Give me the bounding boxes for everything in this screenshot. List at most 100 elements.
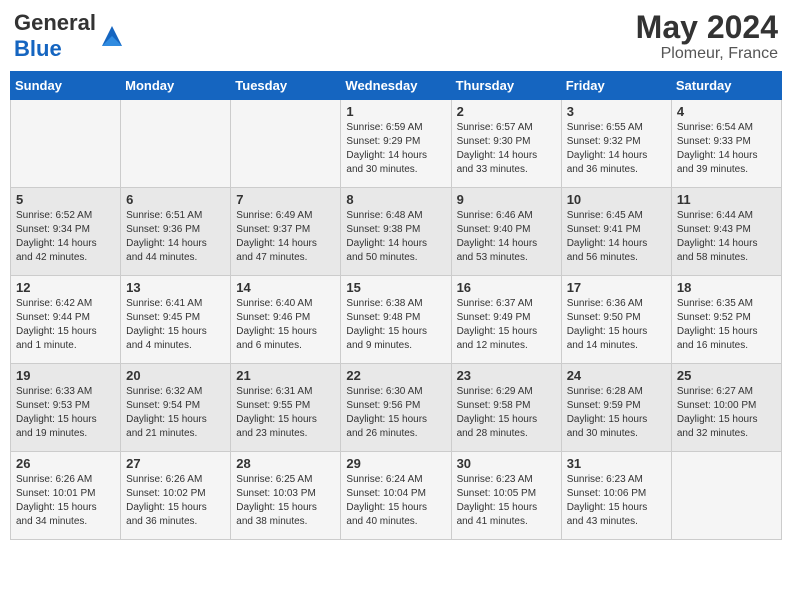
calendar-cell: 20 Sunrise: 6:32 AM Sunset: 9:54 PM Dayli… xyxy=(121,364,231,452)
day-number: 18 xyxy=(677,280,776,295)
day-info: Sunrise: 6:52 AM Sunset: 9:34 PM Dayligh… xyxy=(16,209,115,265)
calendar-cell: 11 Sunrise: 6:44 AM Sunset: 9:43 PM Dayli… xyxy=(671,188,781,276)
day-info: Sunrise: 6:51 AM Sunset: 9:36 PM Dayligh… xyxy=(126,209,225,265)
calendar-cell: 29 Sunrise: 6:24 AM Sunset: 10:04 PM Dayl… xyxy=(341,452,451,540)
day-number: 11 xyxy=(677,192,776,207)
calendar-cell: 5 Sunrise: 6:52 AM Sunset: 9:34 PM Daylig… xyxy=(11,188,121,276)
day-number: 6 xyxy=(126,192,225,207)
calendar-cell: 25 Sunrise: 6:27 AM Sunset: 10:00 PM Dayl… xyxy=(671,364,781,452)
day-info: Sunrise: 6:49 AM Sunset: 9:37 PM Dayligh… xyxy=(236,209,335,265)
day-number: 24 xyxy=(567,368,666,383)
calendar-table: SundayMondayTuesdayWednesdayThursdayFrid… xyxy=(10,71,782,540)
calendar-cell: 12 Sunrise: 6:42 AM Sunset: 9:44 PM Dayli… xyxy=(11,276,121,364)
calendar-cell: 21 Sunrise: 6:31 AM Sunset: 9:55 PM Dayli… xyxy=(231,364,341,452)
calendar-cell: 4 Sunrise: 6:54 AM Sunset: 9:33 PM Daylig… xyxy=(671,100,781,188)
title-block: May 2024 Plomeur, France xyxy=(636,10,778,63)
calendar-cell: 3 Sunrise: 6:55 AM Sunset: 9:32 PM Daylig… xyxy=(561,100,671,188)
day-info: Sunrise: 6:35 AM Sunset: 9:52 PM Dayligh… xyxy=(677,297,776,353)
day-number: 10 xyxy=(567,192,666,207)
calendar-cell: 17 Sunrise: 6:36 AM Sunset: 9:50 PM Dayli… xyxy=(561,276,671,364)
calendar-cell: 27Sunrise: 6:26 AM Sunset: 10:02 PM Dayl… xyxy=(121,452,231,540)
calendar-cell: 13 Sunrise: 6:41 AM Sunset: 9:45 PM Dayli… xyxy=(121,276,231,364)
calendar-cell: 2 Sunrise: 6:57 AM Sunset: 9:30 PM Daylig… xyxy=(451,100,561,188)
day-info: Sunrise: 6:59 AM Sunset: 9:29 PM Dayligh… xyxy=(346,121,445,177)
day-info: Sunrise: 6:27 AM Sunset: 10:00 PM Daylig… xyxy=(677,385,776,441)
day-info: Sunrise: 6:26 AM Sunset: 10:01 PM Daylig… xyxy=(16,473,115,529)
day-number: 15 xyxy=(346,280,445,295)
day-info: Sunrise: 6:31 AM Sunset: 9:55 PM Dayligh… xyxy=(236,385,335,441)
day-info: Sunrise: 6:24 AM Sunset: 10:04 PM Daylig… xyxy=(346,473,445,529)
calendar-cell xyxy=(11,100,121,188)
day-number: 25 xyxy=(677,368,776,383)
day-number: 17 xyxy=(567,280,666,295)
header-day-friday: Friday xyxy=(561,72,671,100)
calendar-cell: 18 Sunrise: 6:35 AM Sunset: 9:52 PM Dayli… xyxy=(671,276,781,364)
day-number: 23 xyxy=(457,368,556,383)
day-info: Sunrise: 6:46 AM Sunset: 9:40 PM Dayligh… xyxy=(457,209,556,265)
day-number: 28 xyxy=(236,456,335,471)
day-number: 29 xyxy=(346,456,445,471)
calendar-cell: 19Sunrise: 6:33 AM Sunset: 9:53 PM Dayli… xyxy=(11,364,121,452)
week-row-4: 19Sunrise: 6:33 AM Sunset: 9:53 PM Dayli… xyxy=(11,364,782,452)
calendar-cell: 7 Sunrise: 6:49 AM Sunset: 9:37 PM Daylig… xyxy=(231,188,341,276)
day-info: Sunrise: 6:29 AM Sunset: 9:58 PM Dayligh… xyxy=(457,385,556,441)
day-number: 4 xyxy=(677,104,776,119)
day-number: 1 xyxy=(346,104,445,119)
day-number: 20 xyxy=(126,368,225,383)
day-number: 2 xyxy=(457,104,556,119)
day-info: Sunrise: 6:32 AM Sunset: 9:54 PM Dayligh… xyxy=(126,385,225,441)
header-day-saturday: Saturday xyxy=(671,72,781,100)
day-number: 16 xyxy=(457,280,556,295)
calendar-cell: 8Sunrise: 6:48 AM Sunset: 9:38 PM Daylig… xyxy=(341,188,451,276)
day-info: Sunrise: 6:54 AM Sunset: 9:33 PM Dayligh… xyxy=(677,121,776,177)
day-info: Sunrise: 6:38 AM Sunset: 9:48 PM Dayligh… xyxy=(346,297,445,353)
day-info: Sunrise: 6:42 AM Sunset: 9:44 PM Dayligh… xyxy=(16,297,115,353)
day-number: 12 xyxy=(16,280,115,295)
location-title: Plomeur, France xyxy=(636,45,778,63)
logo-general: General xyxy=(14,10,96,35)
day-info: Sunrise: 6:45 AM Sunset: 9:41 PM Dayligh… xyxy=(567,209,666,265)
day-info: Sunrise: 6:36 AM Sunset: 9:50 PM Dayligh… xyxy=(567,297,666,353)
header-day-sunday: Sunday xyxy=(11,72,121,100)
calendar-cell: 15 Sunrise: 6:38 AM Sunset: 9:48 PM Dayli… xyxy=(341,276,451,364)
header-day-monday: Monday xyxy=(121,72,231,100)
calendar-cell: 30 Sunrise: 6:23 AM Sunset: 10:05 PM Dayl… xyxy=(451,452,561,540)
header-day-tuesday: Tuesday xyxy=(231,72,341,100)
day-number: 21 xyxy=(236,368,335,383)
day-info: Sunrise: 6:23 AM Sunset: 10:05 PM Daylig… xyxy=(457,473,556,529)
header-day-thursday: Thursday xyxy=(451,72,561,100)
day-number: 8 xyxy=(346,192,445,207)
calendar-cell: 31 Sunrise: 6:23 AM Sunset: 10:06 PM Dayl… xyxy=(561,452,671,540)
calendar-header: SundayMondayTuesdayWednesdayThursdayFrid… xyxy=(11,72,782,100)
week-row-3: 12 Sunrise: 6:42 AM Sunset: 9:44 PM Dayli… xyxy=(11,276,782,364)
header-row: SundayMondayTuesdayWednesdayThursdayFrid… xyxy=(11,72,782,100)
calendar-cell: 23 Sunrise: 6:29 AM Sunset: 9:58 PM Dayli… xyxy=(451,364,561,452)
day-number: 22 xyxy=(346,368,445,383)
day-number: 31 xyxy=(567,456,666,471)
calendar-cell: 28Sunrise: 6:25 AM Sunset: 10:03 PM Dayl… xyxy=(231,452,341,540)
day-info: Sunrise: 6:55 AM Sunset: 9:32 PM Dayligh… xyxy=(567,121,666,177)
day-info: Sunrise: 6:41 AM Sunset: 9:45 PM Dayligh… xyxy=(126,297,225,353)
day-number: 13 xyxy=(126,280,225,295)
logo: General Blue xyxy=(14,10,126,62)
header-day-wednesday: Wednesday xyxy=(341,72,451,100)
logo-text: General Blue xyxy=(14,10,96,62)
month-year-title: May 2024 xyxy=(636,10,778,45)
calendar-cell: 9Sunrise: 6:46 AM Sunset: 9:40 PM Daylig… xyxy=(451,188,561,276)
day-number: 3 xyxy=(567,104,666,119)
day-number: 7 xyxy=(236,192,335,207)
calendar-cell: 10 Sunrise: 6:45 AM Sunset: 9:41 PM Dayli… xyxy=(561,188,671,276)
page-header: General Blue May 2024 Plomeur, France xyxy=(10,10,782,63)
day-info: Sunrise: 6:44 AM Sunset: 9:43 PM Dayligh… xyxy=(677,209,776,265)
week-row-2: 5 Sunrise: 6:52 AM Sunset: 9:34 PM Daylig… xyxy=(11,188,782,276)
day-number: 30 xyxy=(457,456,556,471)
day-number: 5 xyxy=(16,192,115,207)
day-info: Sunrise: 6:23 AM Sunset: 10:06 PM Daylig… xyxy=(567,473,666,529)
calendar-cell xyxy=(231,100,341,188)
day-info: Sunrise: 6:37 AM Sunset: 9:49 PM Dayligh… xyxy=(457,297,556,353)
week-row-5: 26Sunrise: 6:26 AM Sunset: 10:01 PM Dayl… xyxy=(11,452,782,540)
day-info: Sunrise: 6:57 AM Sunset: 9:30 PM Dayligh… xyxy=(457,121,556,177)
logo-blue: Blue xyxy=(14,36,62,61)
calendar-cell: 16 Sunrise: 6:37 AM Sunset: 9:49 PM Dayli… xyxy=(451,276,561,364)
calendar-cell xyxy=(671,452,781,540)
